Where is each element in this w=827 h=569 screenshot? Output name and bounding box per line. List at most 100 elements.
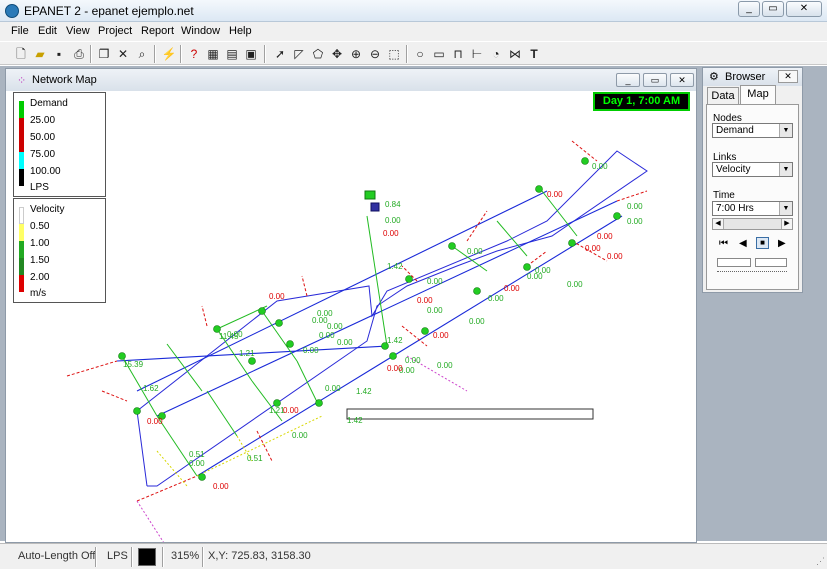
browser-icon: ⚙ — [709, 71, 719, 83]
network-map-window[interactable]: ⁘ Network Map _ ▭ ✕ 0.00 0.00 0.00 0.00 … — [5, 68, 697, 543]
reservoir[interactable] — [364, 190, 380, 212]
tab-map[interactable]: Map — [740, 85, 776, 105]
chevron-down-icon: ▼ — [779, 124, 792, 137]
map-close-button[interactable]: ✕ — [670, 73, 694, 87]
stop-icon[interactable]: ■ — [756, 237, 769, 249]
auto-length-status[interactable]: Auto-Length Off — [18, 550, 95, 562]
map-value-label: 0.00 — [437, 361, 453, 370]
pump-icon[interactable]: ◔ — [487, 45, 505, 63]
map-value-label: 15.39 — [123, 360, 144, 369]
time-select-value: 7:00 Hrs — [716, 203, 754, 214]
map-minimize-button[interactable]: _ — [616, 73, 640, 87]
map-value-label: 0.00 — [417, 296, 433, 305]
close-button[interactable]: ✕ — [786, 1, 822, 17]
nodes-select-value: Demand — [716, 125, 754, 136]
menu-report[interactable]: Report — [141, 25, 174, 37]
xy-status: X,Y: 725.83, 3158.30 — [208, 550, 311, 562]
map-value-label: 0.00 — [547, 190, 563, 199]
map-value-label: 0.00 — [325, 384, 341, 393]
map-value-label: 0.00 — [567, 280, 583, 289]
map-value-label: 0.00 — [292, 431, 308, 440]
valve-icon[interactable]: ⋈ — [506, 45, 524, 63]
legend-velocity-entry: 1.50 — [30, 255, 50, 266]
map-value-label: 0.84 — [385, 200, 401, 209]
network-map-canvas[interactable]: 0.000.000.000.000.000.000.000.000.000.00… — [7, 91, 696, 542]
tab-data[interactable]: Data — [707, 87, 739, 105]
step-back-icon[interactable]: ◀ — [739, 238, 747, 249]
menu-edit[interactable]: Edit — [38, 25, 57, 37]
map-value-label: 0.00 — [427, 277, 443, 286]
open-icon[interactable]: ▰ — [31, 45, 49, 63]
time-label: Time — [713, 190, 735, 201]
run-status-icon — [138, 548, 156, 566]
menu-view[interactable]: View — [66, 25, 90, 37]
query-icon[interactable]: ? — [185, 45, 203, 63]
map-value-label: 1.42 — [356, 387, 372, 396]
junction-nodes[interactable] — [118, 157, 621, 481]
menu-window[interactable]: Window — [181, 25, 220, 37]
new-icon[interactable]: 🗋 — [12, 45, 30, 63]
zoom-out-icon[interactable]: ⊖ — [366, 45, 384, 63]
maximize-button[interactable]: ▭ — [762, 1, 784, 17]
map-value-label: 0.00 — [337, 338, 353, 347]
run-icon[interactable]: ⚡ — [160, 45, 178, 63]
vertex-icon[interactable]: ◸ — [290, 45, 308, 63]
copy-icon[interactable]: ❐ — [95, 45, 113, 63]
animation-speed-slider[interactable] — [717, 258, 787, 278]
map-maximize-button[interactable]: ▭ — [643, 73, 667, 87]
title-bar: EPANET 2 - epanet ejemplo.net _ ▭ ✕ — [0, 0, 827, 22]
save-icon[interactable]: ▪ — [50, 45, 68, 63]
options-icon[interactable]: ▣ — [242, 45, 260, 63]
map-value-label: 0.00 — [283, 406, 299, 415]
scroll-right-icon[interactable]: ▶ — [781, 219, 792, 229]
time-select[interactable]: 7:00 Hrs ▼ — [712, 201, 793, 216]
junction-icon[interactable]: ○ — [411, 45, 429, 63]
pipe-icon[interactable]: ⊢ — [468, 45, 486, 63]
browser-close-button[interactable]: ✕ — [778, 70, 798, 83]
toolbar: 🗋 ▰ ▪ ⎙ ❐ ✕ ⌕ ⚡ ? ▦ ▤ ▣ ➚ ◸ ⬠ ✥ ⊕ ⊖ ⬚ ○ … — [0, 41, 827, 65]
graph-icon[interactable]: ▦ — [204, 45, 222, 63]
map-value-label: 1.42 — [387, 336, 403, 345]
map-value-label: 1.42 — [387, 262, 403, 271]
reservoir-icon[interactable]: ▭ — [430, 45, 448, 63]
map-value-label: 1.42 — [347, 416, 363, 425]
map-value-label: 0.00 — [527, 272, 543, 281]
menu-project[interactable]: Project — [98, 25, 132, 37]
rewind-icon[interactable]: ⏮ — [719, 238, 728, 249]
select-icon[interactable]: ➚ — [271, 45, 289, 63]
play-icon[interactable]: ▶ — [778, 238, 786, 249]
tank-icon[interactable]: ⊓ — [449, 45, 467, 63]
zoom-in-icon[interactable]: ⊕ — [347, 45, 365, 63]
low-velocity-pipes — [156, 415, 323, 487]
legend-velocity-unit: m/s — [30, 288, 47, 299]
map-value-label: 0.00 — [427, 306, 443, 315]
region-icon[interactable]: ⬠ — [309, 45, 327, 63]
pan-icon[interactable]: ✥ — [328, 45, 346, 63]
minimize-button[interactable]: _ — [738, 1, 760, 17]
map-value-label: 0.00 — [504, 284, 520, 293]
map-value-label: 0.00 — [213, 482, 229, 491]
menu-file[interactable]: File — [11, 25, 29, 37]
table-icon[interactable]: ▤ — [223, 45, 241, 63]
full-extent-icon[interactable]: ⬚ — [385, 45, 403, 63]
print-icon[interactable]: ⎙ — [70, 45, 88, 63]
legend-demand[interactable]: Demand 25.00 50.00 75.00 100.00 LPS — [13, 92, 106, 197]
map-value-label: 0.00 — [147, 417, 163, 426]
delete-icon[interactable]: ✕ — [114, 45, 132, 63]
legend-velocity[interactable]: Velocity 0.50 1.00 1.50 2.00 m/s — [13, 198, 106, 303]
simulation-clock: Day 1, 7:00 AM — [593, 92, 690, 111]
map-title: Network Map — [32, 74, 97, 86]
service-lines — [136, 355, 468, 542]
scroll-left-icon[interactable]: ◀ — [713, 219, 724, 229]
legend-demand-title: Demand — [30, 98, 68, 109]
links-select[interactable]: Velocity ▼ — [712, 162, 793, 177]
scale-bar — [346, 408, 594, 420]
nodes-select[interactable]: Demand ▼ — [712, 123, 793, 138]
menu-help[interactable]: Help — [229, 25, 252, 37]
map-value-label: 0.00 — [405, 356, 421, 365]
map-value-label: 1.62 — [143, 384, 159, 393]
label-icon[interactable]: T — [525, 45, 543, 63]
zoom-status: 315% — [171, 550, 200, 562]
find-icon[interactable]: ⌕ — [133, 45, 151, 63]
time-scrollbar[interactable]: ◀ ▶ — [712, 218, 793, 230]
